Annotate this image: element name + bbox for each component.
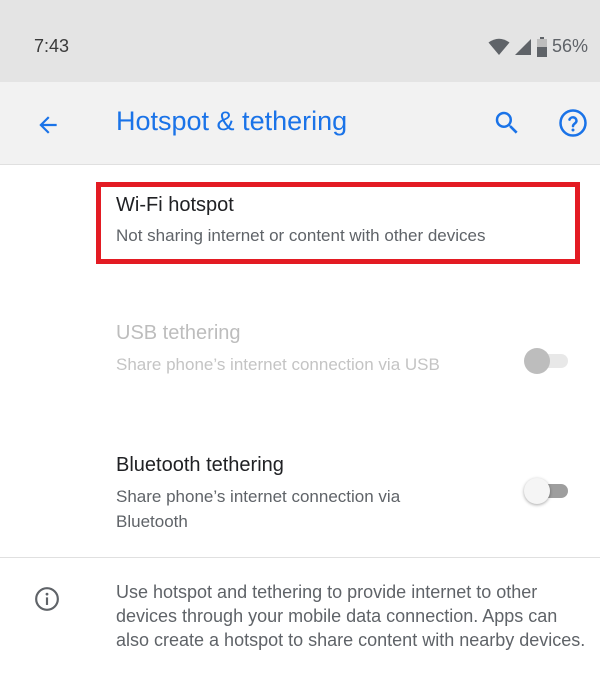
bluetooth-tethering-subtitle: Share phone’s internet connection via Bl… [116,487,401,531]
page-title: Hotspot & tethering [116,106,348,136]
divider [0,557,600,558]
status-time: 7:43 [34,36,70,56]
search-icon [495,111,518,134]
status-bar: 7:43 56% [0,0,600,82]
usb-tethering-item: USB tethering Share phone’s internet con… [0,300,600,420]
back-button[interactable] [30,107,66,143]
search-button[interactable] [490,106,524,140]
help-icon [559,109,587,137]
usb-tethering-toggle [524,346,572,376]
info-text: Use hotspot and tethering to provide int… [116,582,586,650]
usb-tethering-title: USB tethering [116,322,241,344]
bluetooth-tethering-item[interactable]: Bluetooth tethering Share phone’s intern… [0,432,600,552]
bluetooth-tethering-title: Bluetooth tethering [116,454,284,476]
wifi-icon [488,38,510,56]
back-arrow-icon [39,116,57,134]
status-icons: 56% [488,36,588,57]
bluetooth-tethering-toggle[interactable] [524,476,572,506]
highlight-box [96,182,580,264]
info-icon [35,587,59,611]
battery-percent: 56% [551,36,588,56]
help-button[interactable] [556,106,590,140]
toggle-thumb [524,348,550,374]
cell-signal-icon [514,38,532,56]
usb-tethering-subtitle: Share phone’s internet connection via US… [116,355,440,374]
app-bar: Hotspot & tethering [0,82,600,165]
battery-icon [536,36,548,57]
toggle-thumb [524,478,550,504]
